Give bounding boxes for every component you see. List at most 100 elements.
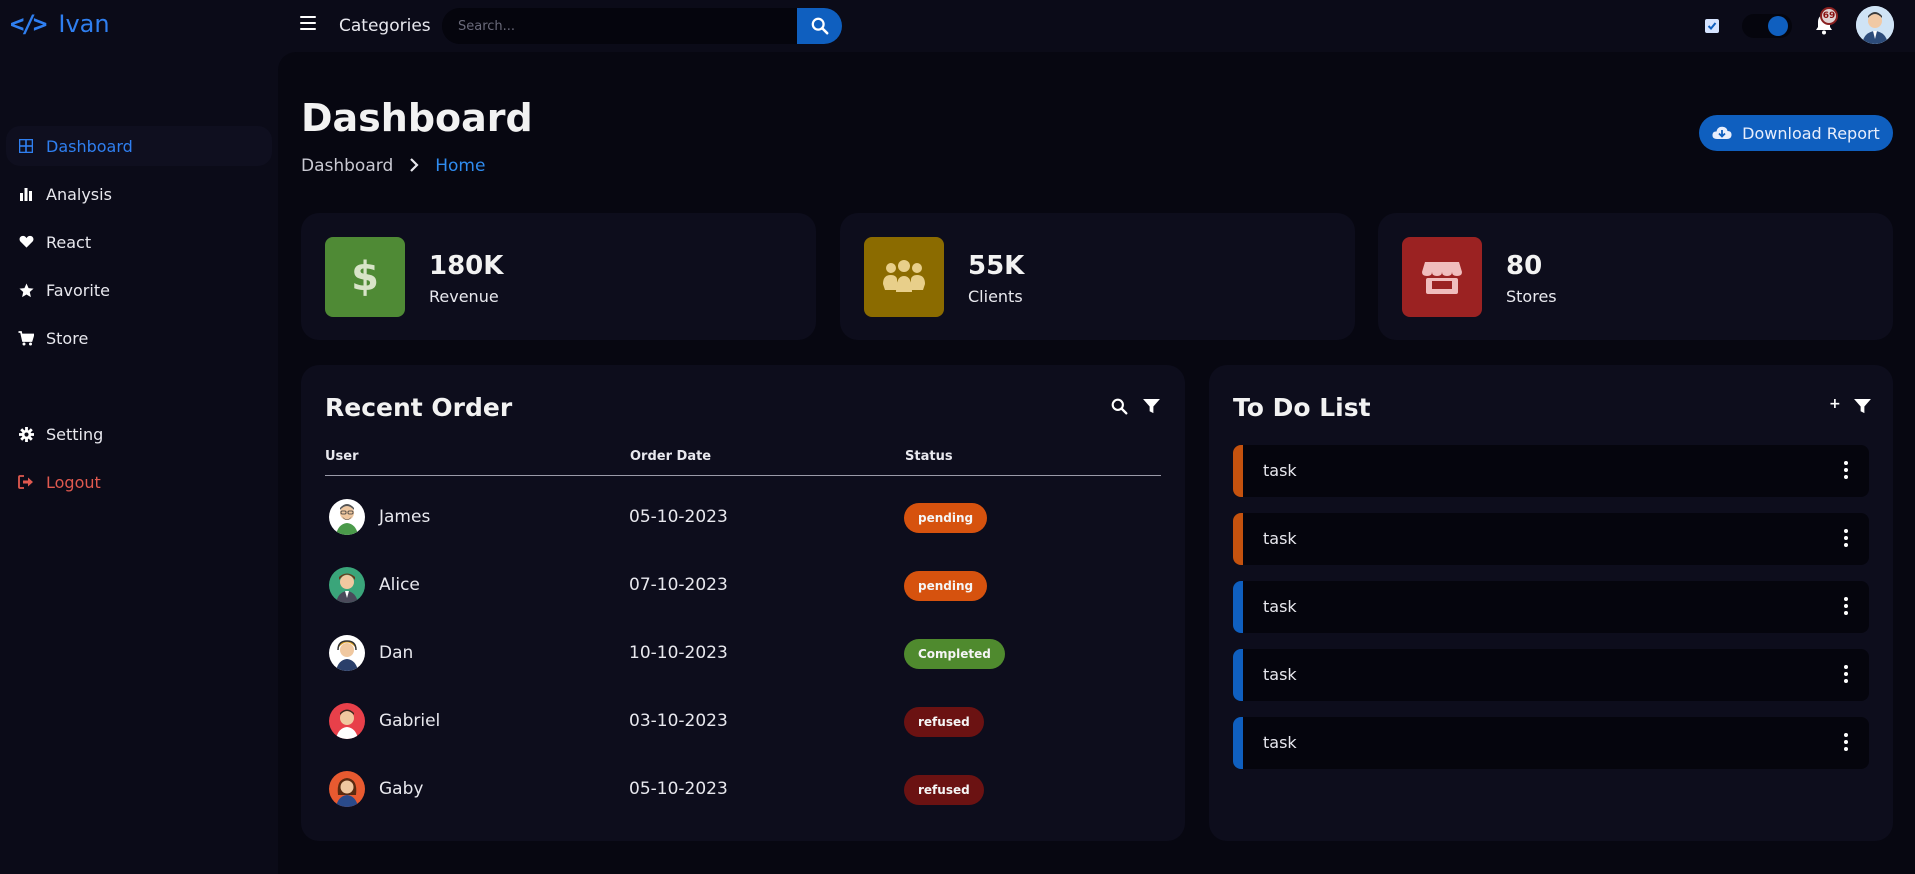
sidebar-item-react[interactable]: React	[6, 222, 272, 262]
stat-label: Revenue	[429, 287, 499, 306]
notification-badge: 69	[1820, 7, 1838, 25]
user-name: Gabriel	[379, 711, 441, 731]
more-vertical-icon[interactable]	[1843, 733, 1849, 751]
task-color-bar	[1233, 581, 1243, 633]
brand[interactable]: </> Ivan	[10, 10, 110, 38]
more-vertical-icon[interactable]	[1843, 529, 1849, 547]
bar-chart-icon	[18, 186, 34, 202]
user-name: Dan	[379, 643, 414, 663]
list-item[interactable]: task	[1233, 581, 1869, 633]
order-date: 03-10-2023	[629, 711, 728, 731]
column-header-user: User	[325, 449, 359, 464]
breadcrumb-item-dashboard[interactable]: Dashboard	[301, 156, 393, 176]
more-vertical-icon[interactable]	[1843, 597, 1849, 615]
list-item[interactable]: task	[1233, 445, 1869, 497]
download-report-label: Download Report	[1742, 123, 1880, 143]
todo-card: To Do List + task task task task task	[1209, 365, 1893, 841]
table-row[interactable]: Gaby 05-10-2023 refused	[301, 759, 1181, 827]
categories-link[interactable]: Categories	[339, 16, 431, 36]
table-row[interactable]: Dan 10-10-2023 Completed	[301, 623, 1181, 691]
search-button[interactable]	[797, 8, 842, 44]
sidebar-item-label: Analysis	[46, 184, 112, 204]
order-date: 05-10-2023	[629, 507, 728, 527]
task-label: task	[1263, 665, 1297, 684]
column-header-status: Status	[905, 449, 953, 464]
table-divider	[325, 475, 1161, 476]
breadcrumb: Dashboard Home	[301, 156, 485, 176]
avatar	[329, 567, 365, 603]
stat-card-stores: 80 Stores	[1378, 213, 1893, 340]
sidebar-item-setting[interactable]: Setting	[6, 414, 272, 454]
sidebar-item-store[interactable]: Store	[6, 318, 272, 358]
recent-order-card: Recent Order User Order Date Status Jame…	[301, 365, 1185, 841]
heart-icon	[18, 234, 34, 250]
stat-card-revenue: $ 180K Revenue	[301, 213, 816, 340]
task-label: task	[1263, 461, 1297, 480]
more-vertical-icon[interactable]	[1843, 665, 1849, 683]
filter-icon[interactable]	[1143, 399, 1160, 418]
avatar	[329, 499, 365, 535]
status-badge: Completed	[904, 639, 1005, 669]
download-report-button[interactable]: Download Report	[1699, 115, 1893, 151]
order-date: 07-10-2023	[629, 575, 728, 595]
task-color-bar	[1233, 717, 1243, 769]
user-name: Gaby	[379, 779, 424, 799]
stat-value: 55K	[968, 251, 1025, 281]
section-title: To Do List	[1233, 393, 1371, 422]
sidebar-item-label: Dashboard	[46, 136, 133, 156]
section-title: Recent Order	[325, 393, 513, 422]
theme-toggle[interactable]	[1742, 14, 1792, 38]
task-label: task	[1263, 529, 1297, 548]
add-icon[interactable]: +	[1829, 396, 1841, 412]
star-icon	[18, 282, 34, 298]
search-icon[interactable]	[1111, 398, 1128, 419]
search-input[interactable]	[442, 8, 797, 44]
logout-icon	[18, 474, 34, 490]
sidebar-item-label: Store	[46, 328, 89, 348]
sidebar-item-dashboard[interactable]: Dashboard	[6, 126, 272, 166]
chevron-right-icon	[409, 157, 419, 176]
task-color-bar	[1233, 445, 1243, 497]
order-date: 05-10-2023	[629, 779, 728, 799]
sidebar-item-label: Setting	[46, 424, 104, 444]
cart-icon	[18, 330, 34, 346]
search-icon	[811, 17, 828, 35]
gear-icon	[18, 426, 34, 442]
task-color-bar	[1233, 513, 1243, 565]
task-color-bar	[1233, 649, 1243, 701]
sidebar-item-label: Favorite	[46, 280, 110, 300]
task-label: task	[1263, 733, 1297, 752]
status-badge: pending	[904, 571, 988, 601]
search-bar	[442, 8, 842, 44]
table-row[interactable]: Alice 07-10-2023 pending	[301, 555, 1181, 623]
sidebar-item-favorite[interactable]: Favorite	[6, 270, 272, 310]
store-icon	[1402, 237, 1482, 317]
column-header-order-date: Order Date	[630, 449, 712, 464]
sidebar: Dashboard Analysis React Favorite Store …	[0, 52, 278, 874]
list-item[interactable]: task	[1233, 649, 1869, 701]
page-title: Dashboard	[301, 96, 533, 140]
breadcrumb-item-home[interactable]: Home	[435, 156, 485, 176]
list-item[interactable]: task	[1233, 513, 1869, 565]
grid-icon	[18, 138, 34, 154]
task-label: task	[1263, 597, 1297, 616]
sidebar-item-analysis[interactable]: Analysis	[6, 174, 272, 214]
more-vertical-icon[interactable]	[1843, 461, 1849, 479]
stat-label: Clients	[968, 287, 1023, 306]
top-bar: </> Ivan Categories 69	[0, 0, 1915, 52]
filter-icon[interactable]	[1854, 399, 1871, 418]
brand-name: Ivan	[58, 10, 110, 38]
sidebar-item-logout[interactable]: Logout	[6, 462, 272, 502]
list-item[interactable]: task	[1233, 717, 1869, 769]
table-row[interactable]: James 05-10-2023 pending	[301, 487, 1181, 555]
table-row[interactable]: Gabriel 03-10-2023 refused	[301, 691, 1181, 759]
avatar[interactable]	[1856, 6, 1894, 44]
stat-label: Stores	[1506, 287, 1557, 306]
sidebar-item-label: Logout	[46, 472, 101, 492]
stat-value: 80	[1506, 251, 1543, 281]
menu-icon[interactable]	[300, 16, 316, 30]
avatar	[329, 703, 365, 739]
order-date: 10-10-2023	[629, 643, 728, 663]
checkbox-icon[interactable]	[1705, 19, 1719, 33]
stat-value: 180K	[429, 251, 504, 281]
